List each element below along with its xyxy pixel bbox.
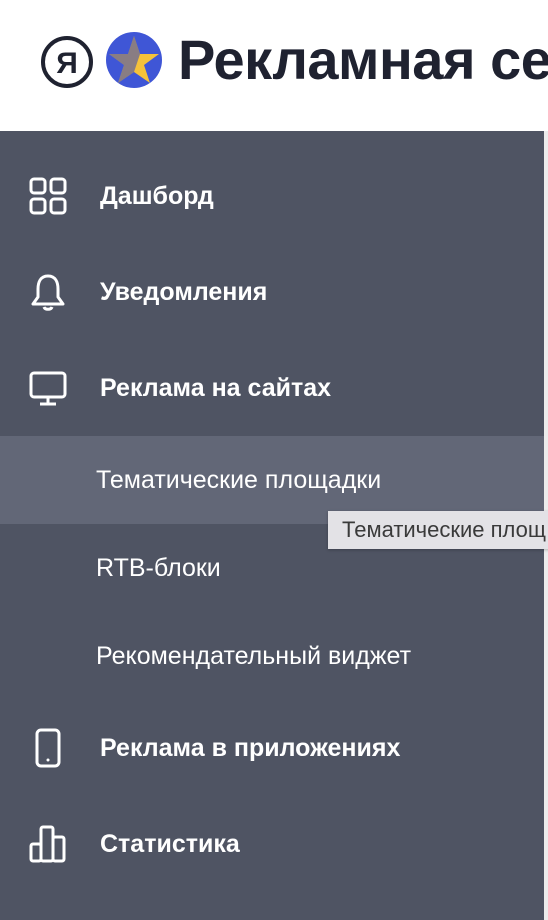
advertising-network-logo-icon[interactable] [104, 30, 164, 90]
subitem-label: RTB-блоки [96, 553, 221, 582]
logo-letter: Я [56, 47, 78, 80]
subitem-label: Тематические площадки [96, 465, 382, 494]
monitor-icon [28, 368, 68, 408]
yandex-logo-icon[interactable]: Я [40, 35, 94, 89]
sidebar-item-statistics[interactable]: Статистика [0, 804, 544, 884]
sidebar-navigation: Дашборд Уведомления Реклама на сайтах Те… [0, 131, 544, 920]
subitem-label: Рекомендательный виджет [96, 641, 412, 670]
sidebar-item-label: Реклама в приложениях [100, 733, 401, 762]
sidebar-item-label: Статистика [100, 829, 240, 858]
mobile-phone-icon [28, 728, 68, 768]
sidebar-item-label: Реклама на сайтах [100, 373, 332, 402]
subitem-rtb-blocks[interactable]: RTB-блоки [0, 524, 544, 612]
sidebar-item-dashboard[interactable]: Дашборд [0, 156, 544, 236]
dashboard-grid-icon [28, 176, 68, 216]
bell-icon [28, 272, 68, 312]
sidebar-item-app-ads[interactable]: Реклама в приложениях [0, 708, 544, 788]
sidebar-item-label: Дашборд [100, 181, 214, 210]
app-header: Я Рекламная сет [0, 0, 548, 131]
sidebar-item-label: Уведомления [100, 277, 268, 306]
brand-title: Рекламная сет [178, 28, 548, 91]
sidebar-item-website-ads[interactable]: Реклама на сайтах [0, 348, 544, 428]
subitem-thematic-sites[interactable]: Тематические площадки [0, 436, 544, 524]
bar-chart-icon [28, 824, 68, 864]
main-content-edge [544, 131, 548, 920]
subitem-recommendation-widget[interactable]: Рекомендательный виджет [0, 612, 544, 700]
sidebar-item-notifications[interactable]: Уведомления [0, 252, 544, 332]
